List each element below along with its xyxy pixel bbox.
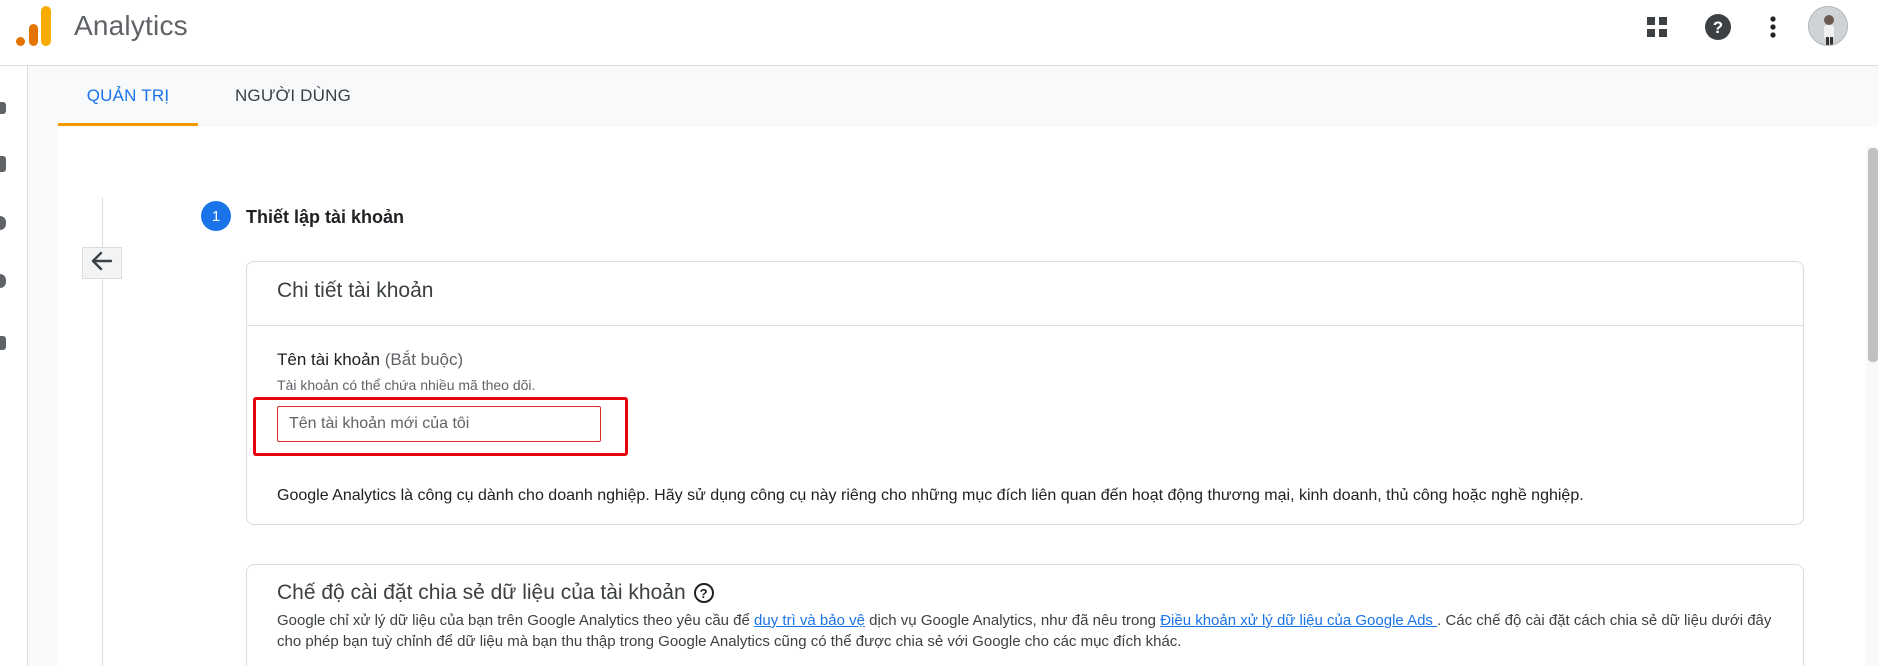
scrollbar-thumb[interactable]: [1868, 148, 1878, 362]
explore-nav-icon[interactable]: [0, 216, 6, 230]
desc-text-2: dịch vụ Google Analytics, như đã nêu tro…: [864, 612, 1161, 629]
data-sharing-title-text: Chế độ cài đặt chia sẻ dữ liệu của tài k…: [277, 581, 686, 604]
home-nav-icon[interactable]: [0, 102, 6, 114]
more-vert-icon[interactable]: [1754, 8, 1792, 46]
ads-data-terms-link[interactable]: Điều khoản xử lý dữ liệu của Google Ads: [1160, 612, 1437, 629]
data-sharing-card: Chế độ cài đặt chia sẻ dữ liệu của tài k…: [246, 564, 1804, 666]
desc-text-1: Google chỉ xử lý dữ liệu của bạn trên Go…: [277, 612, 755, 629]
advertising-nav-icon[interactable]: [0, 274, 6, 288]
maintain-protect-link[interactable]: duy trì và bảo vệ: [754, 612, 865, 629]
top-app-bar: Analytics ?: [0, 0, 1878, 66]
account-details-title: Chi tiết tài khoản: [277, 279, 434, 302]
tab-users[interactable]: NGƯỜI DÙNG: [218, 66, 368, 126]
account-name-input[interactable]: [277, 406, 601, 442]
data-sharing-description: Google chỉ xử lý dữ liệu của bạn trên Go…: [277, 610, 1777, 652]
help-circle-icon[interactable]: ?: [693, 583, 714, 603]
admin-tabs: QUẢN TRỊ NGƯỜI DÙNG: [58, 66, 1878, 126]
required-marker: (Bắt buộc): [384, 350, 464, 369]
card-divider: [247, 325, 1803, 326]
app-title: Analytics: [74, 10, 188, 41]
reports-nav-icon[interactable]: [0, 156, 6, 172]
main-area: QUẢN TRỊ NGƯỜI DÙNG 1 Thiết lập tài khoả…: [28, 66, 1878, 666]
account-name-label: Tên tài khoản (Bắt buộc): [277, 350, 463, 370]
configure-nav-icon[interactable]: [0, 336, 6, 350]
account-name-label-text: Tên tài khoản: [277, 350, 381, 369]
account-details-card: Chi tiết tài khoản Tên tài khoản (Bắt bu…: [246, 261, 1804, 525]
data-sharing-title: Chế độ cài đặt chia sẻ dữ liệu của tài k…: [277, 581, 714, 605]
step-number-badge: 1: [201, 201, 231, 231]
left-nav-rail: [0, 66, 28, 666]
step-title: Thiết lập tài khoản: [246, 207, 405, 227]
analytics-logo-icon[interactable]: [14, 4, 52, 46]
arrow-back-icon: [91, 251, 113, 276]
svg-text:?: ?: [1713, 18, 1723, 37]
help-icon[interactable]: ?: [1699, 8, 1737, 46]
business-use-note: Google Analytics là công cụ dành cho doa…: [277, 487, 1584, 504]
back-button[interactable]: [82, 247, 122, 279]
avatar[interactable]: [1808, 6, 1848, 46]
setup-content: 1 Thiết lập tài khoản Chi tiết tài khoản…: [58, 127, 1878, 666]
account-name-hint: Tài khoản có thể chứa nhiều mã theo dõi.: [277, 377, 536, 393]
apps-grid-icon[interactable]: [1638, 8, 1676, 46]
tab-admin[interactable]: QUẢN TRỊ: [58, 66, 198, 126]
